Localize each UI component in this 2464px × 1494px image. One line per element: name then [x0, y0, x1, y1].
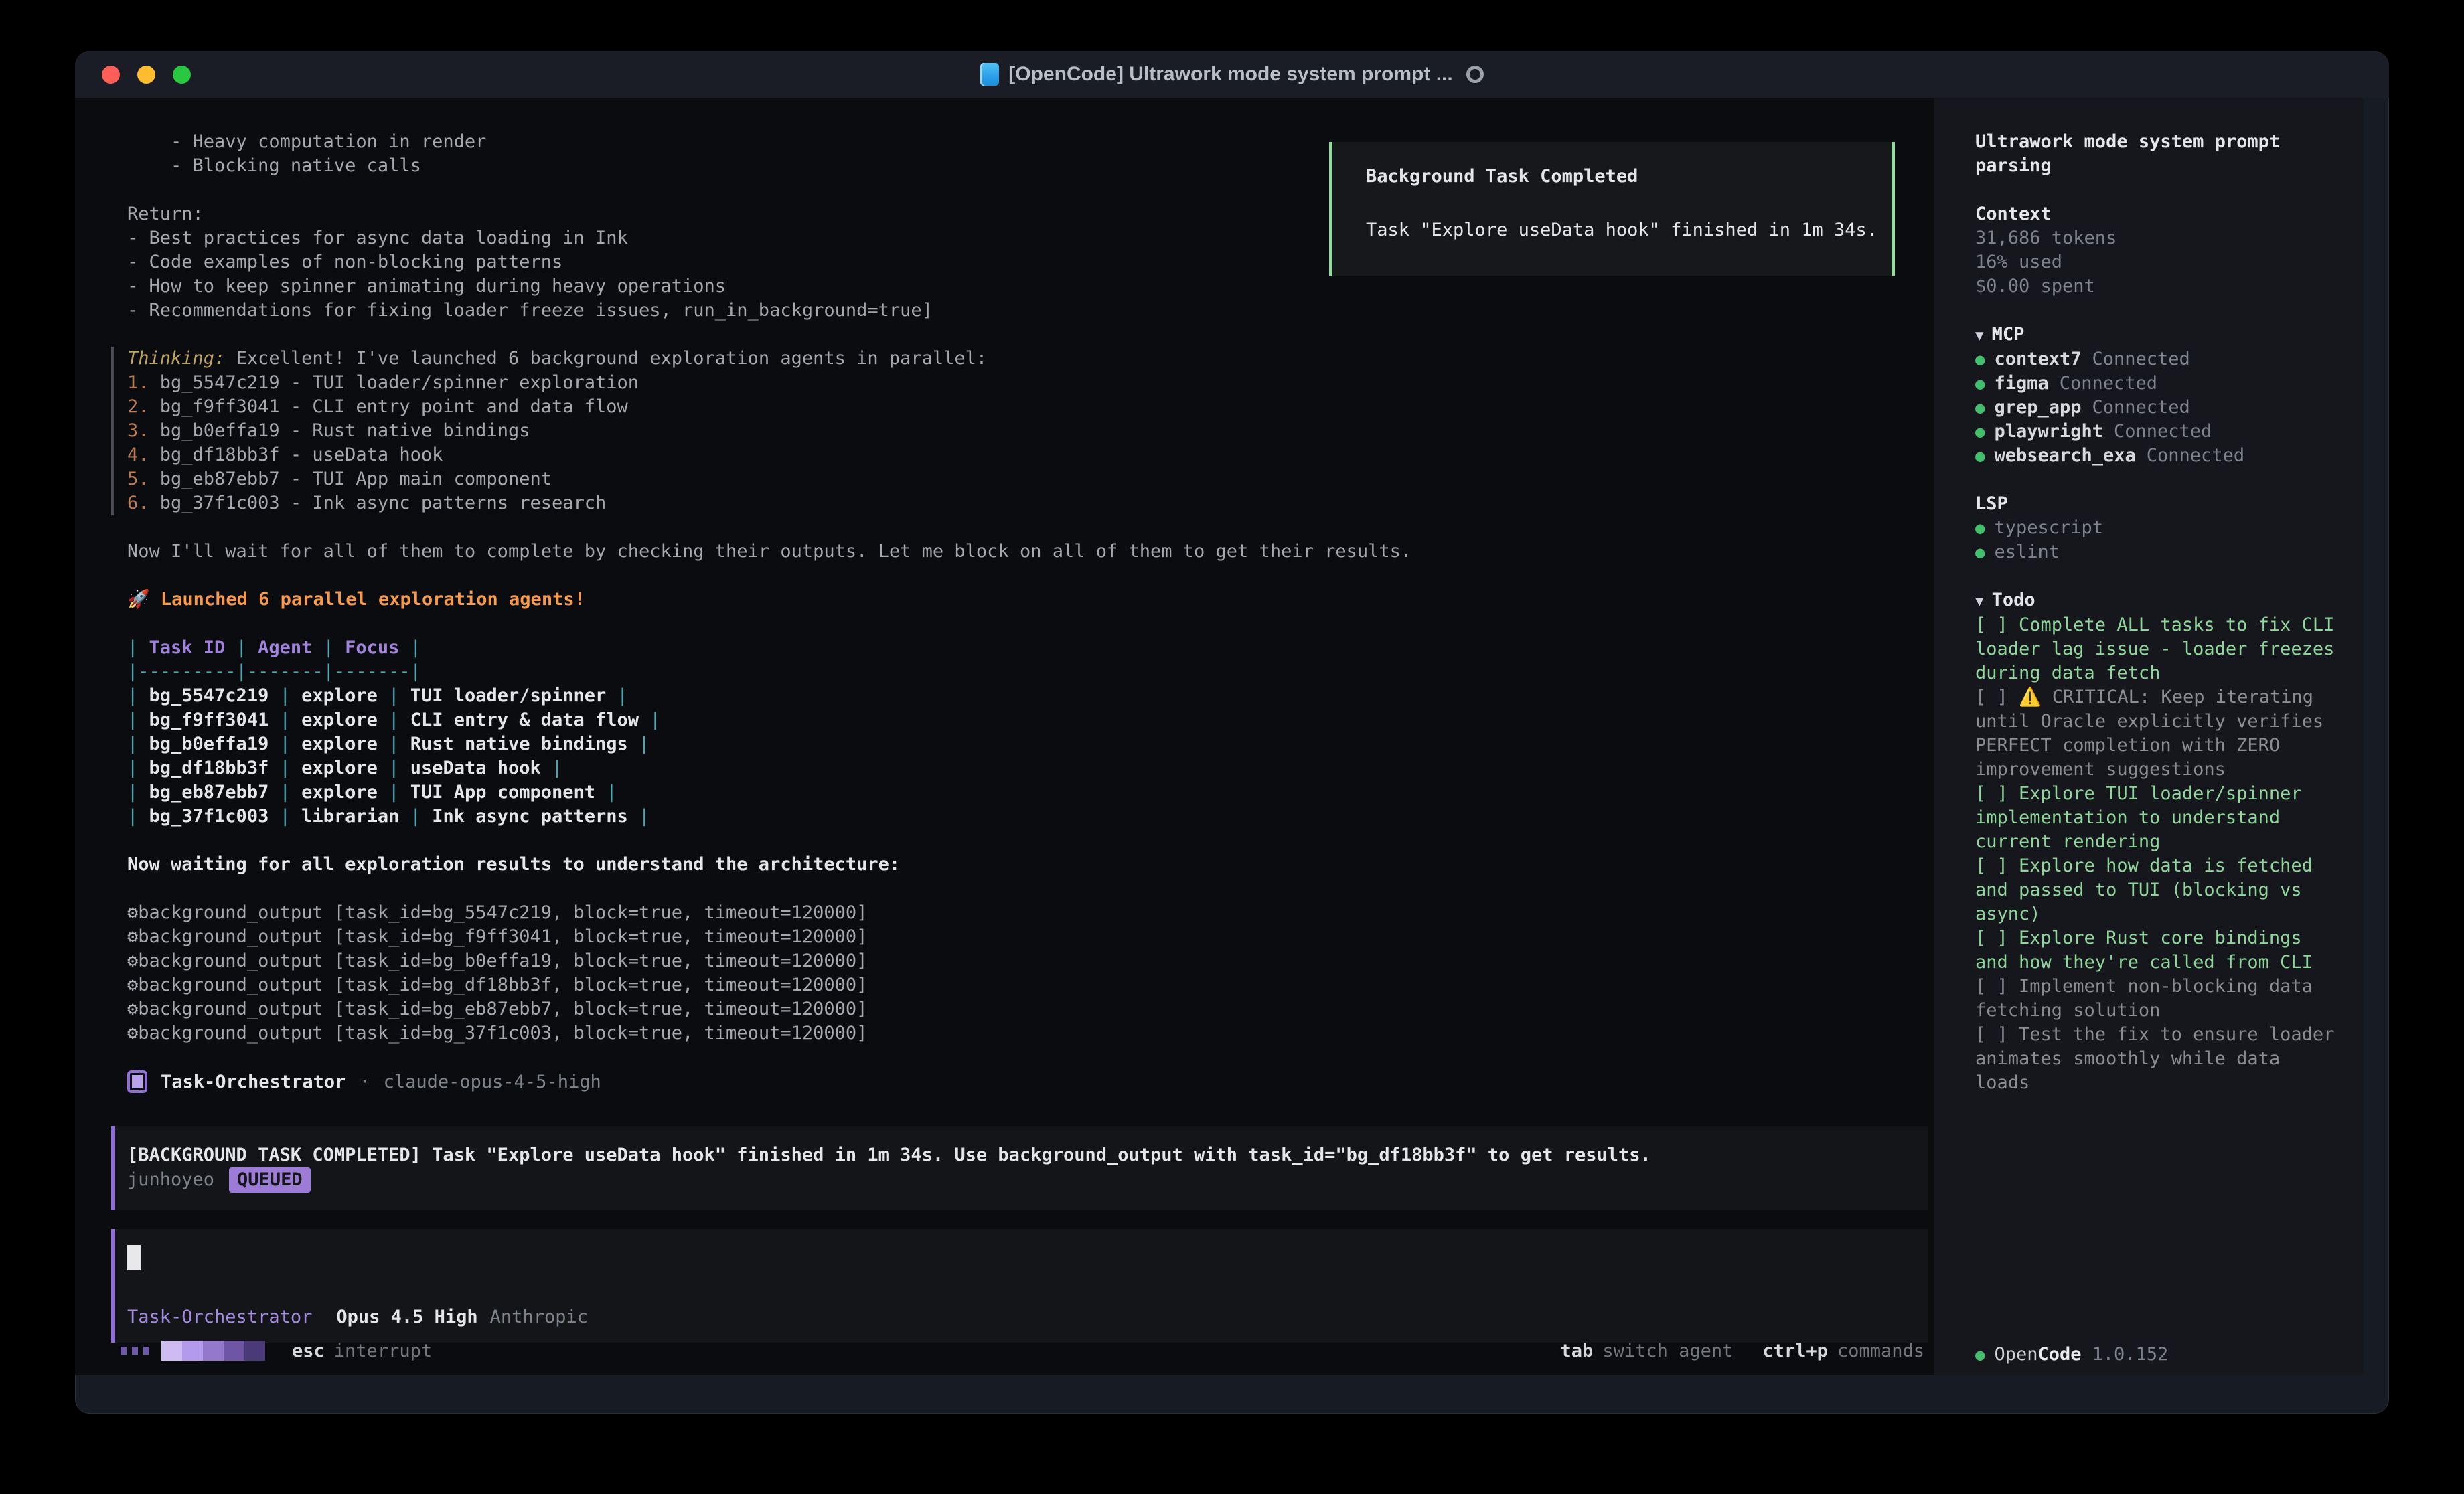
input-model-name[interactable]: Opus 4.5 High	[336, 1305, 477, 1329]
chevron-down-icon: ▼	[1975, 327, 1984, 343]
prompt-input[interactable]: Task-Orchestrator Opus 4.5 High Anthropi…	[111, 1229, 1928, 1343]
todo-item: [ ] Complete ALL tasks to fix CLI loader…	[1975, 613, 2337, 685]
queued-status-badge: QUEUED	[229, 1167, 311, 1193]
todo-item: [ ] ⚠️ CRITICAL: Keep iterating until Or…	[1975, 685, 2337, 782]
mcp-item: ●websearch_exaConnected	[1975, 444, 2337, 468]
window-title-text: [OpenCode] Ultrawork mode system prompt …	[1008, 63, 1452, 86]
context-tokens: 31,686 tokens	[1975, 226, 2337, 250]
connected-dot-icon: ●	[1975, 446, 1985, 465]
connected-dot-icon: ●	[1975, 350, 1985, 369]
mcp-list: ●context7Connected●figmaConnected●grep_a…	[1975, 347, 2337, 468]
mcp-item: ●context7Connected	[1975, 347, 2337, 371]
mcp-item: ●playwrightConnected	[1975, 420, 2337, 444]
agent-attribution-line: Task-Orchestrator · claude-opus-4-5-high	[127, 1070, 1934, 1094]
chevron-down-icon: ▼	[1975, 593, 1984, 609]
terminal-window: [OpenCode] Ultrawork mode system prompt …	[75, 51, 2389, 1414]
notification-body: Task "Explore useData hook" finished in …	[1366, 218, 1892, 242]
minimize-button[interactable]	[137, 66, 155, 84]
version-number: 1.0.152	[2092, 1343, 2169, 1367]
background-task-notification: Background Task Completed Task "Explore …	[1329, 142, 1895, 276]
input-provider-name: Anthropic	[490, 1305, 588, 1329]
queued-message-box: [BACKGROUND TASK COMPLETED] Task "Explor…	[111, 1126, 1928, 1210]
lsp-item: ●eslint	[1975, 540, 2337, 564]
todo-item: [ ] Test the fix to ensure loader animat…	[1975, 1023, 2337, 1095]
mcp-heading[interactable]: ▼MCP	[1975, 323, 2337, 347]
esc-shortcut: escinterrupt	[292, 1341, 432, 1361]
queued-author: junhoyeo	[127, 1168, 214, 1192]
assistant-message-body: Now I'll wait for all of them to complet…	[127, 515, 1934, 1070]
text-cursor	[127, 1245, 141, 1270]
mcp-item: ●figmaConnected	[1975, 371, 2337, 396]
status-dot-icon: ●	[1975, 1343, 1985, 1367]
connected-dot-icon: ●	[1975, 398, 1985, 417]
context-heading: Context	[1975, 202, 2337, 226]
connected-dot-icon: ●	[1975, 374, 1985, 393]
session-title: Ultrawork mode system prompt parsing	[1975, 130, 2337, 178]
tab-shortcut: tabswitch agent	[1561, 1341, 1734, 1361]
circle-outline-icon	[1466, 66, 1484, 83]
context-spent: $0.00 spent	[1975, 274, 2337, 299]
input-agent-row[interactable]: Task-Orchestrator Opus 4.5 High Anthropi…	[127, 1305, 1912, 1329]
todo-heading[interactable]: ▼Todo	[1975, 588, 2337, 613]
queued-message-text: [BACKGROUND TASK COMPLETED] Task "Explor…	[127, 1143, 1912, 1167]
agent-name: Task-Orchestrator	[161, 1072, 345, 1092]
chat-transcript-pane[interactable]: - Heavy computation in render - Blocking…	[75, 98, 1934, 1375]
notification-title: Background Task Completed	[1366, 165, 1892, 189]
lsp-item: ●typescript	[1975, 516, 2337, 540]
agent-model: claude-opus-4-5-high	[384, 1072, 601, 1092]
document-icon	[980, 63, 999, 86]
lsp-heading: LSP	[1975, 492, 2337, 516]
lsp-dot-icon: ●	[1975, 519, 1985, 537]
todo-list: [ ] Complete ALL tasks to fix CLI loader…	[1975, 613, 2337, 1095]
input-agent-name[interactable]: Task-Orchestrator	[127, 1305, 312, 1329]
todo-item: [ ] Implement non-blocking data fetching…	[1975, 975, 2337, 1023]
close-button[interactable]	[102, 66, 120, 84]
todo-item: [ ] Explore Rust core bindings and how t…	[1975, 926, 2337, 975]
app-version-footer: ● OpenCode 1.0.152	[1975, 1343, 2168, 1367]
mcp-item: ●grep_appConnected	[1975, 396, 2337, 420]
agent-separator: ·	[359, 1072, 370, 1092]
status-bar: escinterrupt tabswitch agent ctrl+pcomma…	[75, 1333, 1934, 1375]
working-spinner-icon	[121, 1341, 265, 1361]
agent-avatar-icon	[127, 1070, 147, 1093]
context-used: 16% used	[1975, 250, 2337, 274]
status-sidebar: Ultrawork mode system prompt parsing Con…	[1934, 98, 2364, 1375]
lsp-list: ●typescript●eslint	[1975, 516, 2337, 564]
ctrlp-shortcut: ctrl+pcommands	[1762, 1341, 1924, 1361]
title-bar[interactable]: [OpenCode] Ultrawork mode system prompt …	[75, 51, 2389, 98]
maximize-button[interactable]	[173, 66, 191, 84]
todo-item: [ ] Explore how data is fetched and pass…	[1975, 854, 2337, 926]
todo-item: [ ] Explore TUI loader/spinner implement…	[1975, 782, 2337, 854]
connected-dot-icon: ●	[1975, 422, 1985, 441]
thinking-block: Thinking: Excellent! I've launched 6 bac…	[111, 347, 1934, 515]
lsp-dot-icon: ●	[1975, 543, 1985, 562]
window-title: [OpenCode] Ultrawork mode system prompt …	[980, 63, 1483, 86]
